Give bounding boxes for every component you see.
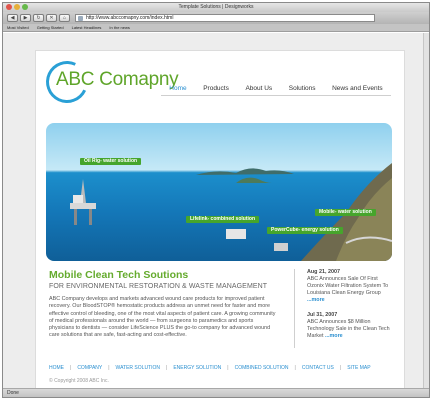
news-sidebar: Aug 21, 2007 ABC Announces Sale Of First… xyxy=(294,269,394,348)
title-bar: Template Solutions | Designworks xyxy=(3,3,429,12)
bookmark-most-visited[interactable]: Most Visited xyxy=(7,25,29,30)
close-window-icon[interactable] xyxy=(6,4,12,10)
web-page: ABC Comapny Home Products About Us Solut… xyxy=(35,50,405,388)
zoom-window-icon[interactable] xyxy=(22,4,28,10)
copyright-text: © Copyright 2008 ABC Inc. xyxy=(49,378,109,384)
news-text: ABC Announces $8 Million Technology Sale… xyxy=(307,319,390,339)
oil-rig-icon xyxy=(70,179,96,225)
nav-about-us[interactable]: About Us xyxy=(245,85,272,92)
back-button[interactable]: ◀ xyxy=(7,14,18,22)
island-far xyxy=(196,168,294,175)
nav-products[interactable]: Products xyxy=(203,85,229,92)
reload-button[interactable]: ↻ xyxy=(33,14,44,22)
footer-link-site-map[interactable]: SITE MAP xyxy=(347,365,370,371)
main-nav: Home Products About Us Solutions News an… xyxy=(161,85,391,96)
news-date: Aug 21, 2007 xyxy=(307,269,340,275)
footer-link-home[interactable]: HOME xyxy=(49,365,64,371)
browser-window: Template Solutions | Designworks ◀ ▶ ↻ ✕… xyxy=(2,2,430,398)
minimize-window-icon[interactable] xyxy=(14,4,20,10)
nav-home[interactable]: Home xyxy=(169,85,186,92)
footer-link-combined-solution[interactable]: COMBINED SOLUTION xyxy=(235,365,289,371)
footer-link-company[interactable]: COMPANY xyxy=(77,365,102,371)
page-viewport: ABC Comapny Home Products About Us Solut… xyxy=(3,33,429,388)
footer-nav: HOME | COMPANY | WATER SOLUTION | ENERGY SO… xyxy=(49,365,371,371)
bookmark-latest-headlines[interactable]: Latest Headlines xyxy=(72,25,102,30)
news-item: Aug 21, 2007 ABC Announces Sale Of First… xyxy=(307,269,394,304)
status-text: Done xyxy=(7,390,19,396)
window-title: Template Solutions | Designworks xyxy=(178,4,254,10)
company-logo[interactable]: ABC Comapny xyxy=(40,55,186,109)
home-button[interactable]: ⌂ xyxy=(59,14,70,22)
footer-link-water-solution[interactable]: WATER SOLUTION xyxy=(116,365,160,371)
hero-image: Oil Rig- water solution Lifelink- combin… xyxy=(46,123,392,261)
hero-label-mobile[interactable]: Mobile- water solution xyxy=(315,209,376,216)
address-bar[interactable]: http://www.abccomapny.com/index.html xyxy=(75,14,375,22)
nav-news-and-events[interactable]: News and Events xyxy=(332,85,383,92)
news-more-link[interactable]: ...more xyxy=(307,297,325,303)
hero-label-powercube[interactable]: PowerCube- energy solution xyxy=(267,227,343,234)
forward-button[interactable]: ▶ xyxy=(20,14,31,22)
site-favicon-icon xyxy=(78,16,83,21)
vertical-scrollbar[interactable] xyxy=(423,33,429,388)
bookmark-in-the-news[interactable]: In the news xyxy=(109,25,129,30)
page-headline: Mobile Clean Tech Soutions xyxy=(49,269,189,281)
nav-solutions[interactable]: Solutions xyxy=(289,85,316,92)
hero-label-oil-rig[interactable]: Oil Rig- water solution xyxy=(80,158,142,165)
bookmark-getting-started[interactable]: Getting Started xyxy=(37,25,64,30)
browser-toolbar: ◀ ▶ ↻ ✕ ⌂ http://www.abccomapny.com/inde… xyxy=(3,12,429,24)
powercube-unit-icon xyxy=(274,243,288,251)
news-date: Jul 31, 2007 xyxy=(307,312,338,318)
hero-scene xyxy=(70,163,392,261)
intro-paragraph: ABC Company develops and markets advance… xyxy=(49,296,276,339)
hero-label-lifelink[interactable]: Lifelink- combined solution xyxy=(186,216,259,223)
lifelink-unit-icon xyxy=(226,229,246,239)
footer-link-contact-us[interactable]: CONTACT US xyxy=(302,365,334,371)
news-item: Jul 31, 2007 ABC Announces $8 Million Te… xyxy=(307,312,394,340)
footer-link-energy-solution[interactable]: ENERGY SOLUTION xyxy=(173,365,221,371)
stop-button[interactable]: ✕ xyxy=(46,14,57,22)
status-bar: Done xyxy=(3,388,429,397)
news-more-link[interactable]: ...more xyxy=(325,333,343,339)
island-near xyxy=(236,177,272,183)
news-text: ABC Announces Sale Of First Ozonix Water… xyxy=(307,276,389,296)
bookmarks-bar: Most Visited Getting Started Latest Head… xyxy=(3,24,429,32)
address-url: http://www.abccomapny.com/index.html xyxy=(86,15,174,21)
page-subheading: FOR ENVIRONMENTAL RESTORATION & WASTE MA… xyxy=(49,283,268,290)
window-controls xyxy=(6,4,28,10)
